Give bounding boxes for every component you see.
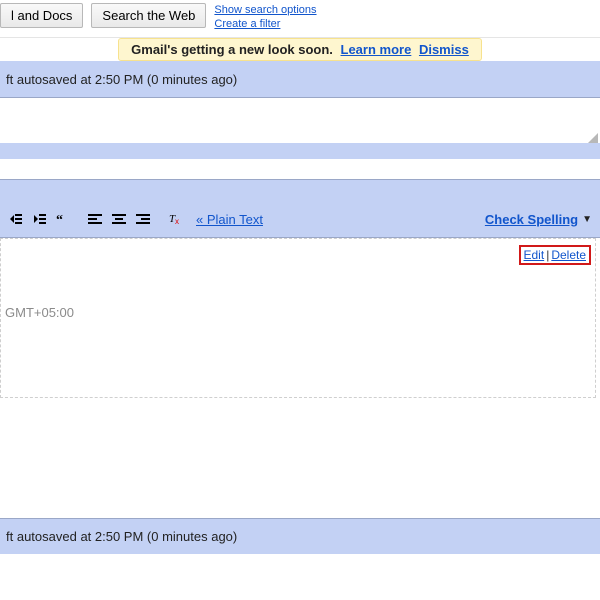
svg-text:x: x: [175, 217, 179, 226]
create-filter-link[interactable]: Create a filter: [214, 17, 316, 31]
outdent-icon[interactable]: [4, 209, 26, 229]
delete-link[interactable]: Delete: [551, 248, 586, 262]
notice-bar: Gmail's getting a new look soon. Learn m…: [0, 38, 600, 61]
quote-icon[interactable]: “: [52, 209, 74, 229]
plain-text-link[interactable]: « Plain Text: [196, 212, 263, 227]
resize-handle-icon[interactable]: [586, 131, 598, 143]
subject-textarea-area[interactable]: [0, 97, 600, 143]
edit-delete-callout: Edit|Delete: [519, 245, 592, 265]
autosave-status-band-bottom: ft autosaved at 2:50 PM (0 minutes ago): [0, 518, 600, 554]
timezone-text: GMT+05:00: [5, 305, 74, 320]
notice-dismiss-link[interactable]: Dismiss: [419, 42, 469, 57]
check-spelling-label: Check Spelling: [485, 212, 578, 227]
chevron-down-icon: ▼: [582, 214, 592, 225]
align-center-icon[interactable]: [108, 209, 130, 229]
toolbar-icons: “ Tx « Plain Text: [4, 209, 263, 229]
indent-icon[interactable]: [28, 209, 50, 229]
autosave-status-text: ft autosaved at 2:50 PM (0 minutes ago): [6, 72, 237, 87]
notice-learn-more-link[interactable]: Learn more: [341, 42, 412, 57]
edit-link[interactable]: Edit: [524, 248, 545, 262]
check-spelling-dropdown[interactable]: Check Spelling ▼: [485, 212, 592, 227]
show-search-options-link[interactable]: Show search options: [214, 3, 316, 17]
align-right-icon[interactable]: [132, 209, 154, 229]
notice-inner: Gmail's getting a new look soon. Learn m…: [118, 38, 482, 61]
align-left-icon[interactable]: [84, 209, 106, 229]
editor-toolbar-area: “ Tx « Plain Text Check Spelling ▼: [0, 179, 600, 238]
search-bar: l and Docs Search the Web Show search op…: [0, 0, 600, 38]
white-gap: [0, 159, 600, 179]
autosave-status-text-bottom: ft autosaved at 2:50 PM (0 minutes ago): [6, 529, 237, 544]
search-option-links: Show search options Create a filter: [214, 3, 316, 31]
editor-toolbar: “ Tx « Plain Text Check Spelling ▼: [0, 203, 600, 238]
svg-text:“: “: [56, 213, 63, 226]
blue-separator: [0, 143, 600, 159]
remove-format-icon[interactable]: Tx: [164, 209, 186, 229]
bottom-white-gap: [0, 398, 600, 518]
autosave-status-band-top: ft autosaved at 2:50 PM (0 minutes ago): [0, 61, 600, 97]
compose-body-area[interactable]: Edit|Delete GMT+05:00: [0, 238, 596, 398]
search-web-button[interactable]: Search the Web: [91, 3, 206, 28]
search-mail-docs-button[interactable]: l and Docs: [0, 3, 83, 28]
notice-message: Gmail's getting a new look soon.: [131, 42, 333, 57]
